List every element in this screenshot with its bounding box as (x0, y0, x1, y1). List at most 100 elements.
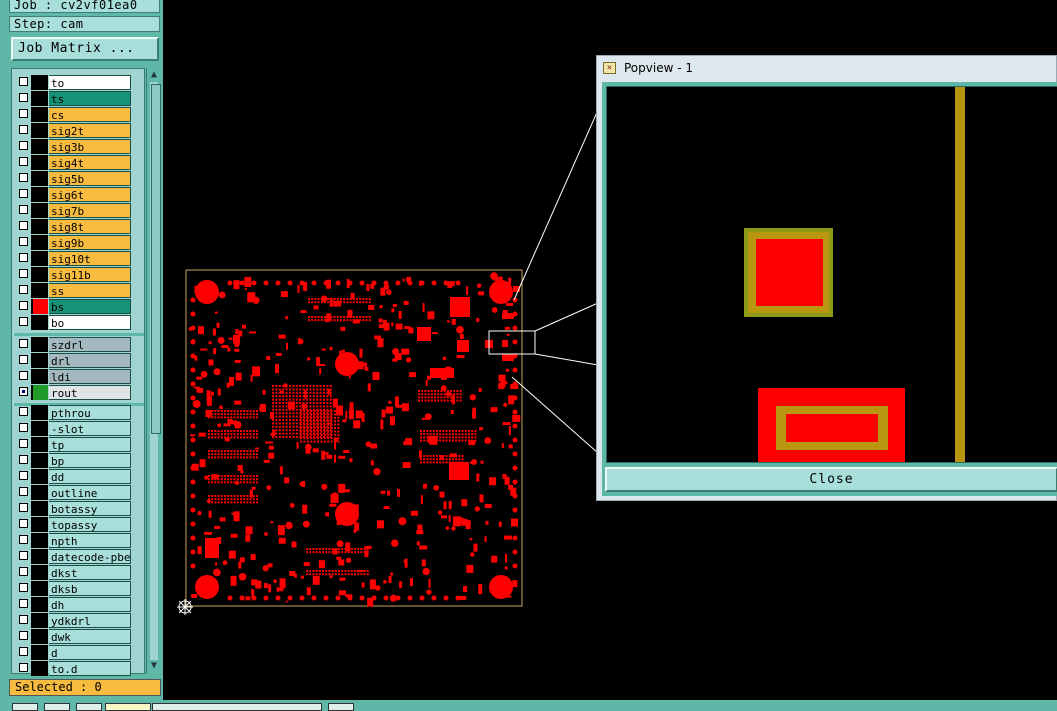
layer-display-slot[interactable] (31, 501, 48, 516)
layer-checkbox[interactable] (19, 631, 28, 640)
layer-checkbox[interactable] (19, 567, 28, 576)
layer-checkbox[interactable] (19, 355, 28, 364)
layer-display-slot[interactable] (31, 629, 48, 644)
layer-display-slot[interactable] (31, 219, 48, 234)
layer-display-slot[interactable] (31, 517, 48, 532)
layer-display-slot[interactable] (31, 283, 48, 298)
layer-name[interactable]: dh (49, 597, 131, 612)
layer-row-dh[interactable]: dh (14, 597, 144, 612)
layer-checkbox[interactable] (19, 519, 28, 528)
layer-name[interactable]: sig6t (49, 187, 131, 202)
layer-display-slot[interactable] (31, 469, 48, 484)
layer-checkbox[interactable] (19, 189, 28, 198)
layer-name[interactable]: dwk (49, 629, 131, 644)
layer-checkbox[interactable] (19, 487, 28, 496)
scroll-thumb[interactable] (151, 84, 161, 434)
layer-row-dkst[interactable]: dkst (14, 565, 144, 580)
layer-name[interactable]: -slot (49, 421, 131, 436)
layer-name[interactable]: sig2t (49, 123, 131, 138)
layer-row-sig11b[interactable]: sig11b (14, 267, 144, 282)
layer-name[interactable]: sig10t (49, 251, 131, 266)
toolbar-slot[interactable] (328, 703, 354, 711)
toolbar-slot[interactable] (44, 703, 70, 711)
layer-row-ss[interactable]: ss (14, 283, 144, 298)
layer-display-slot[interactable] (31, 533, 48, 548)
layer-row-outline[interactable]: outline (14, 485, 144, 500)
layer-display-slot[interactable] (31, 661, 48, 676)
layer-row-d[interactable]: d (14, 645, 144, 660)
layer-display-slot[interactable] (31, 565, 48, 580)
layer-checkbox[interactable] (19, 663, 28, 672)
layer-name[interactable]: dksb (49, 581, 131, 596)
layer-checkbox[interactable] (19, 253, 28, 262)
layer-name[interactable]: bp (49, 453, 131, 468)
toolbar-slot[interactable] (12, 703, 38, 711)
layer-row-botassy[interactable]: botassy (14, 501, 144, 516)
layer-checkbox[interactable] (19, 455, 28, 464)
layer-name[interactable]: datecode-pbe (49, 549, 131, 564)
layer-checkbox[interactable] (19, 173, 28, 182)
layer-row-sig5b[interactable]: sig5b (14, 171, 144, 186)
command-field[interactable] (152, 703, 322, 711)
layer-row-tp[interactable]: tp (14, 437, 144, 452)
layer-checkbox[interactable] (19, 237, 28, 246)
layer-checkbox[interactable] (19, 423, 28, 432)
layer-display-slot[interactable] (31, 405, 48, 420)
layer-display-color[interactable] (33, 385, 48, 400)
layer-name[interactable]: sig9b (49, 235, 131, 250)
layer-name[interactable]: sig4t (49, 155, 131, 170)
layer-row--slot[interactable]: -slot (14, 421, 144, 436)
popview-close-button[interactable]: Close (605, 467, 1057, 492)
layer-name[interactable]: tp (49, 437, 131, 452)
layer-row-to[interactable]: to (14, 75, 144, 90)
layer-row-bs[interactable]: bs (14, 299, 144, 314)
layer-name[interactable]: rout (49, 385, 131, 400)
layer-name[interactable]: sig7b (49, 203, 131, 218)
layer-display-slot[interactable] (31, 421, 48, 436)
layer-name[interactable]: drl (49, 353, 131, 368)
layer-display-slot[interactable] (31, 337, 48, 352)
layer-checkbox[interactable] (19, 407, 28, 416)
layer-display-slot[interactable] (31, 597, 48, 612)
layer-row-topassy[interactable]: topassy (14, 517, 144, 532)
layer-display-slot[interactable] (31, 645, 48, 660)
layer-checkbox[interactable] (19, 141, 28, 150)
layer-name[interactable]: sig11b (49, 267, 131, 282)
layer-display-slot[interactable] (31, 485, 48, 500)
layer-display-slot[interactable] (31, 549, 48, 564)
layer-checkbox[interactable] (19, 77, 28, 86)
scroll-down-arrow-icon[interactable]: ▼ (148, 660, 160, 672)
layer-name[interactable]: to (49, 75, 131, 90)
layer-list-scrollbar[interactable]: ▲ ▼ (146, 68, 161, 674)
layer-checkbox[interactable] (19, 471, 28, 480)
popview-titlebar[interactable]: ✕ Popview - 1 (597, 56, 1056, 80)
layer-display-slot[interactable] (31, 123, 48, 138)
layer-row-sig10t[interactable]: sig10t (14, 251, 144, 266)
layer-name[interactable]: ldi (49, 369, 131, 384)
layer-display-slot[interactable] (31, 453, 48, 468)
layer-checkbox[interactable] (19, 439, 28, 448)
layer-row-sig6t[interactable]: sig6t (14, 187, 144, 202)
layer-name[interactable]: ss (49, 283, 131, 298)
layer-display-slot[interactable] (31, 581, 48, 596)
layer-name[interactable]: topassy (49, 517, 131, 532)
layer-row-dd[interactable]: dd (14, 469, 144, 484)
layer-name[interactable]: pthrou (49, 405, 131, 420)
layer-checkbox[interactable] (19, 301, 28, 310)
layer-row-ts[interactable]: ts (14, 91, 144, 106)
layer-display-slot[interactable] (31, 91, 48, 106)
layer-row-ydkdrl[interactable]: ydkdrl (14, 613, 144, 628)
layer-row-sig7b[interactable]: sig7b (14, 203, 144, 218)
layer-name[interactable]: npth (49, 533, 131, 548)
layer-checkbox[interactable] (19, 285, 28, 294)
scroll-up-arrow-icon[interactable]: ▲ (148, 69, 160, 81)
layer-checkbox[interactable] (19, 647, 28, 656)
layer-name[interactable]: ts (49, 91, 131, 106)
layer-row-rout[interactable]: rout (14, 385, 144, 400)
layer-name[interactable]: sig3b (49, 139, 131, 154)
layer-row-bp[interactable]: bp (14, 453, 144, 468)
layer-display-slot[interactable] (31, 171, 48, 186)
layer-row-dwk[interactable]: dwk (14, 629, 144, 644)
layer-row-dksb[interactable]: dksb (14, 581, 144, 596)
layer-checkbox[interactable] (19, 269, 28, 278)
